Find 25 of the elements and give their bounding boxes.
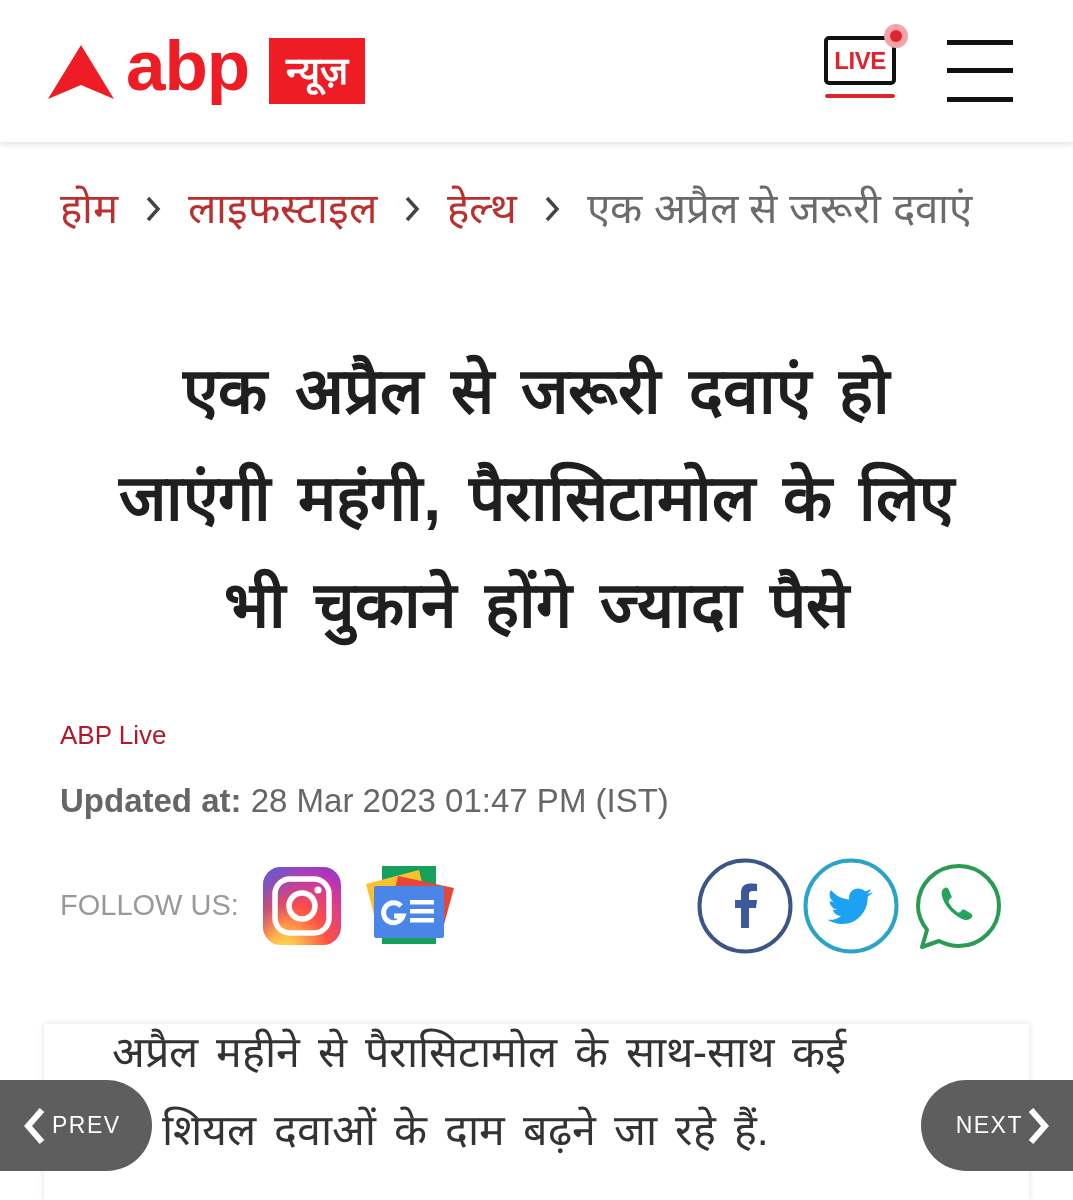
chevron-right-icon — [404, 195, 420, 223]
menu-button[interactable] — [947, 40, 1013, 102]
google-news-icon[interactable] — [363, 866, 454, 946]
breadcrumb-link[interactable]: होम — [60, 184, 118, 234]
summary-text: शियल दवाओं के दाम बढ़ने जा रहे हैं. — [162, 1105, 769, 1156]
live-dot-icon — [884, 24, 908, 48]
summary-text: अप्रैल महीने से पैरासिटामोल के साथ-साथ कई — [112, 1027, 846, 1077]
logo-arrow-icon — [48, 45, 114, 99]
menu-icon — [947, 40, 1013, 102]
chevron-left-icon — [24, 1106, 46, 1145]
breadcrumb-link[interactable]: हेल्थ — [447, 184, 517, 234]
source-link[interactable]: ABP Live — [60, 717, 167, 753]
chevron-right-icon — [1027, 1106, 1049, 1145]
abp-news-logo[interactable]: abp न्यूज़ — [48, 34, 366, 108]
updated-timestamp: Updated at: 28 Mar 2023 01:47 PM (IST) — [60, 781, 669, 821]
prev-button[interactable]: PREV — [0, 1080, 152, 1171]
facebook-share-icon[interactable] — [697, 858, 793, 954]
twitter-share-icon[interactable] — [803, 858, 899, 954]
chevron-right-icon — [145, 195, 161, 223]
follow-us-label: FOLLOW US: — [60, 888, 239, 924]
chevron-right-icon — [544, 195, 560, 223]
next-button[interactable]: NEXT — [921, 1080, 1073, 1171]
article-headline: एक अप्रैल से जरूरी दवाएं हो जाएंगी महंगी, पैरासिटामोल के लिए भी चुकाने होंगे ज्यादा पैसे — [109, 338, 964, 659]
breadcrumb-current-title: एक अप्रैल से जरूरी दवाएं — [587, 184, 972, 234]
breadcrumb-link[interactable]: लाइफस्टाइल — [188, 184, 377, 234]
